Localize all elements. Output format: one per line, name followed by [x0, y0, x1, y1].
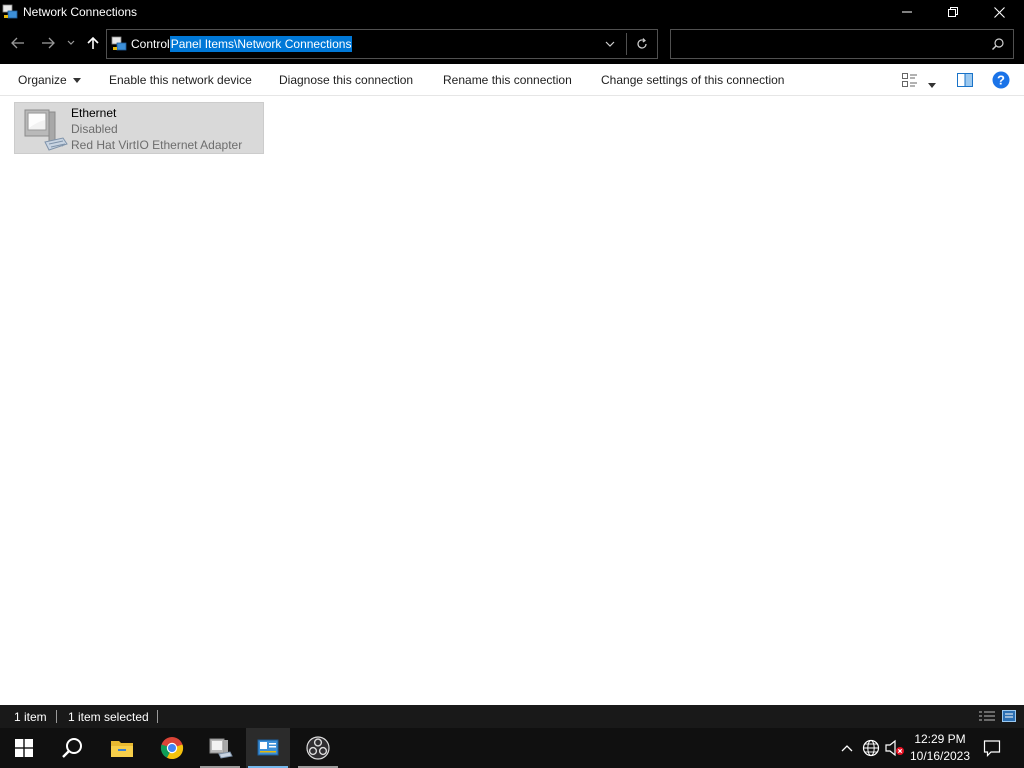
- rename-button[interactable]: Rename this connection: [443, 73, 572, 87]
- network-app-button[interactable]: [198, 728, 242, 768]
- network-adapter-icon: [209, 738, 233, 759]
- start-button[interactable]: [2, 728, 46, 768]
- chevron-down-icon: [67, 40, 75, 45]
- organize-label: Organize: [18, 73, 67, 87]
- connection-name: Ethernet: [71, 106, 117, 120]
- view-dropdown-button[interactable]: [928, 77, 936, 91]
- chevron-down-icon: [605, 41, 615, 47]
- help-button[interactable]: ?: [992, 71, 1010, 92]
- tiles-view-icon: [1002, 710, 1016, 722]
- volume-muted-icon: [885, 739, 904, 757]
- command-bar: Organize Enable this network device Diag…: [0, 64, 1024, 96]
- preview-pane-button[interactable]: [957, 73, 973, 90]
- obs-button[interactable]: [296, 728, 340, 768]
- refresh-icon: [637, 38, 647, 49]
- recent-locations-button[interactable]: [62, 32, 80, 54]
- close-button[interactable]: [976, 0, 1022, 24]
- window-title: Network Connections: [23, 5, 138, 19]
- back-button[interactable]: [7, 32, 29, 54]
- search-icon: [992, 38, 1004, 50]
- title-bar: Network Connections: [0, 0, 1024, 24]
- change-view-button[interactable]: [902, 73, 918, 90]
- search-box[interactable]: [670, 29, 1014, 59]
- selected-count: 1 item selected: [68, 710, 149, 724]
- windows-logo-icon: [15, 739, 33, 757]
- diagnose-button[interactable]: Diagnose this connection: [279, 73, 413, 87]
- status-divider: [56, 710, 57, 723]
- organize-menu[interactable]: Organize: [18, 73, 82, 87]
- svg-text:?: ?: [997, 73, 1005, 88]
- up-button[interactable]: [82, 32, 104, 54]
- item-count: 1 item: [14, 710, 47, 724]
- search-icon: [62, 738, 82, 758]
- file-explorer-button[interactable]: [100, 728, 144, 768]
- clock[interactable]: 12:29 PM 10/16/2023: [906, 731, 974, 765]
- status-divider: [157, 710, 158, 723]
- details-view-button[interactable]: [979, 710, 995, 725]
- chrome-icon: [160, 737, 184, 760]
- address-bar[interactable]: Control Panel Items\Network Connections: [106, 29, 658, 59]
- network-adapter-icon: [24, 109, 68, 151]
- notifications-icon: [983, 740, 1001, 757]
- minimize-button[interactable]: [884, 0, 930, 24]
- network-connections-icon: [2, 4, 18, 20]
- address-dropdown-button[interactable]: [595, 30, 625, 58]
- dropdown-arrow-icon: [928, 83, 936, 88]
- clock-time: 12:29 PM: [914, 732, 966, 746]
- view-options-icon: [902, 73, 917, 87]
- tiles-view-button[interactable]: [1002, 710, 1016, 725]
- chrome-button[interactable]: [150, 728, 194, 768]
- connection-status: Disabled: [71, 122, 118, 136]
- help-icon: ?: [992, 71, 1010, 89]
- file-explorer-icon: [111, 741, 133, 757]
- address-path-prefix: Control: [131, 37, 170, 51]
- back-arrow-icon: [11, 37, 24, 49]
- clock-date: 10/16/2023: [909, 749, 971, 763]
- up-arrow-icon: [87, 36, 99, 49]
- volume-button[interactable]: [884, 728, 906, 768]
- forward-button[interactable]: [37, 32, 59, 54]
- minimize-icon: [902, 11, 912, 13]
- close-icon: [993, 6, 1005, 18]
- control-panel-icon: [111, 36, 127, 52]
- refresh-button[interactable]: [627, 30, 657, 58]
- status-bar: 1 item 1 item selected: [0, 705, 1024, 728]
- network-connections-taskbar-button[interactable]: [246, 728, 290, 768]
- obs-icon: [306, 736, 330, 760]
- chevron-up-icon: [841, 745, 853, 752]
- enable-device-button[interactable]: Enable this network device: [109, 73, 252, 87]
- preview-pane-icon: [957, 73, 973, 87]
- search-taskbar-button[interactable]: [50, 728, 94, 768]
- network-connections-icon: [257, 739, 279, 756]
- address-path-selected: Panel Items\Network Connections: [169, 36, 353, 52]
- restore-button[interactable]: [930, 0, 976, 24]
- change-settings-button[interactable]: Change settings of this connection: [601, 73, 784, 87]
- network-status-button[interactable]: [860, 728, 882, 768]
- connection-item-ethernet[interactable]: Ethernet Disabled Red Hat VirtIO Etherne…: [14, 102, 264, 154]
- connections-list: Ethernet Disabled Red Hat VirtIO Etherne…: [0, 96, 1024, 705]
- connection-device: Red Hat VirtIO Ethernet Adapter: [71, 138, 243, 152]
- globe-icon: [862, 739, 880, 757]
- details-view-icon: [979, 711, 995, 721]
- restore-icon: [948, 7, 958, 17]
- taskbar: 12:29 PM 10/16/2023: [0, 728, 1024, 768]
- dropdown-arrow-icon: [73, 78, 82, 84]
- forward-arrow-icon: [42, 37, 55, 49]
- show-hidden-icons-button[interactable]: [838, 728, 856, 768]
- notifications-button[interactable]: [980, 728, 1004, 768]
- navigation-bar: Control Panel Items\Network Connections: [0, 24, 1024, 64]
